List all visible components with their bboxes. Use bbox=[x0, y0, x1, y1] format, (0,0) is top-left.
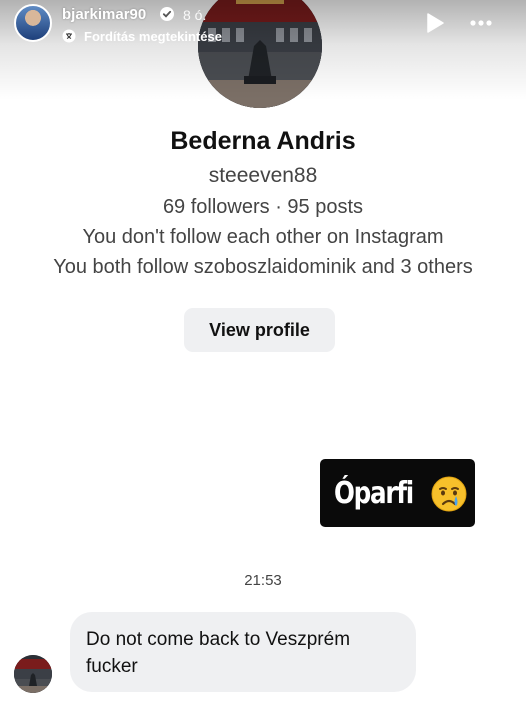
crying-face-emoji-icon bbox=[431, 476, 467, 512]
story-time: 8 ó. bbox=[183, 7, 207, 23]
sent-message[interactable]: Óparfi bbox=[320, 459, 475, 527]
message-timestamp: 21:53 bbox=[244, 572, 282, 589]
translate-icon bbox=[62, 29, 76, 43]
profile-stats: 69 followers · 95 posts bbox=[162, 196, 364, 218]
follow-status: You don't follow each other on Instagram bbox=[82, 226, 444, 248]
story-header: bjarkimar90 8 ó. Fordítás megtekintése bbox=[0, 0, 526, 100]
received-message[interactable]: Do not come back to Veszprém fucker bbox=[70, 612, 416, 692]
view-profile-button[interactable]: View profile bbox=[184, 308, 335, 352]
profile-handle: steeeven88 bbox=[208, 164, 318, 187]
more-icon[interactable] bbox=[470, 20, 492, 26]
story-username[interactable]: bjarkimar90 bbox=[62, 6, 146, 23]
verified-icon bbox=[160, 7, 174, 21]
profile-name: Bederna Andris bbox=[170, 127, 356, 155]
sent-message-text: Óparfi bbox=[334, 475, 414, 511]
sender-avatar[interactable] bbox=[14, 655, 52, 693]
play-icon[interactable] bbox=[426, 13, 444, 33]
story-author-avatar[interactable] bbox=[14, 4, 52, 42]
mutual-followers: You both follow szoboszlaidominik and 3 … bbox=[53, 256, 473, 278]
translate-link[interactable]: Fordítás megtekintése bbox=[84, 29, 222, 44]
